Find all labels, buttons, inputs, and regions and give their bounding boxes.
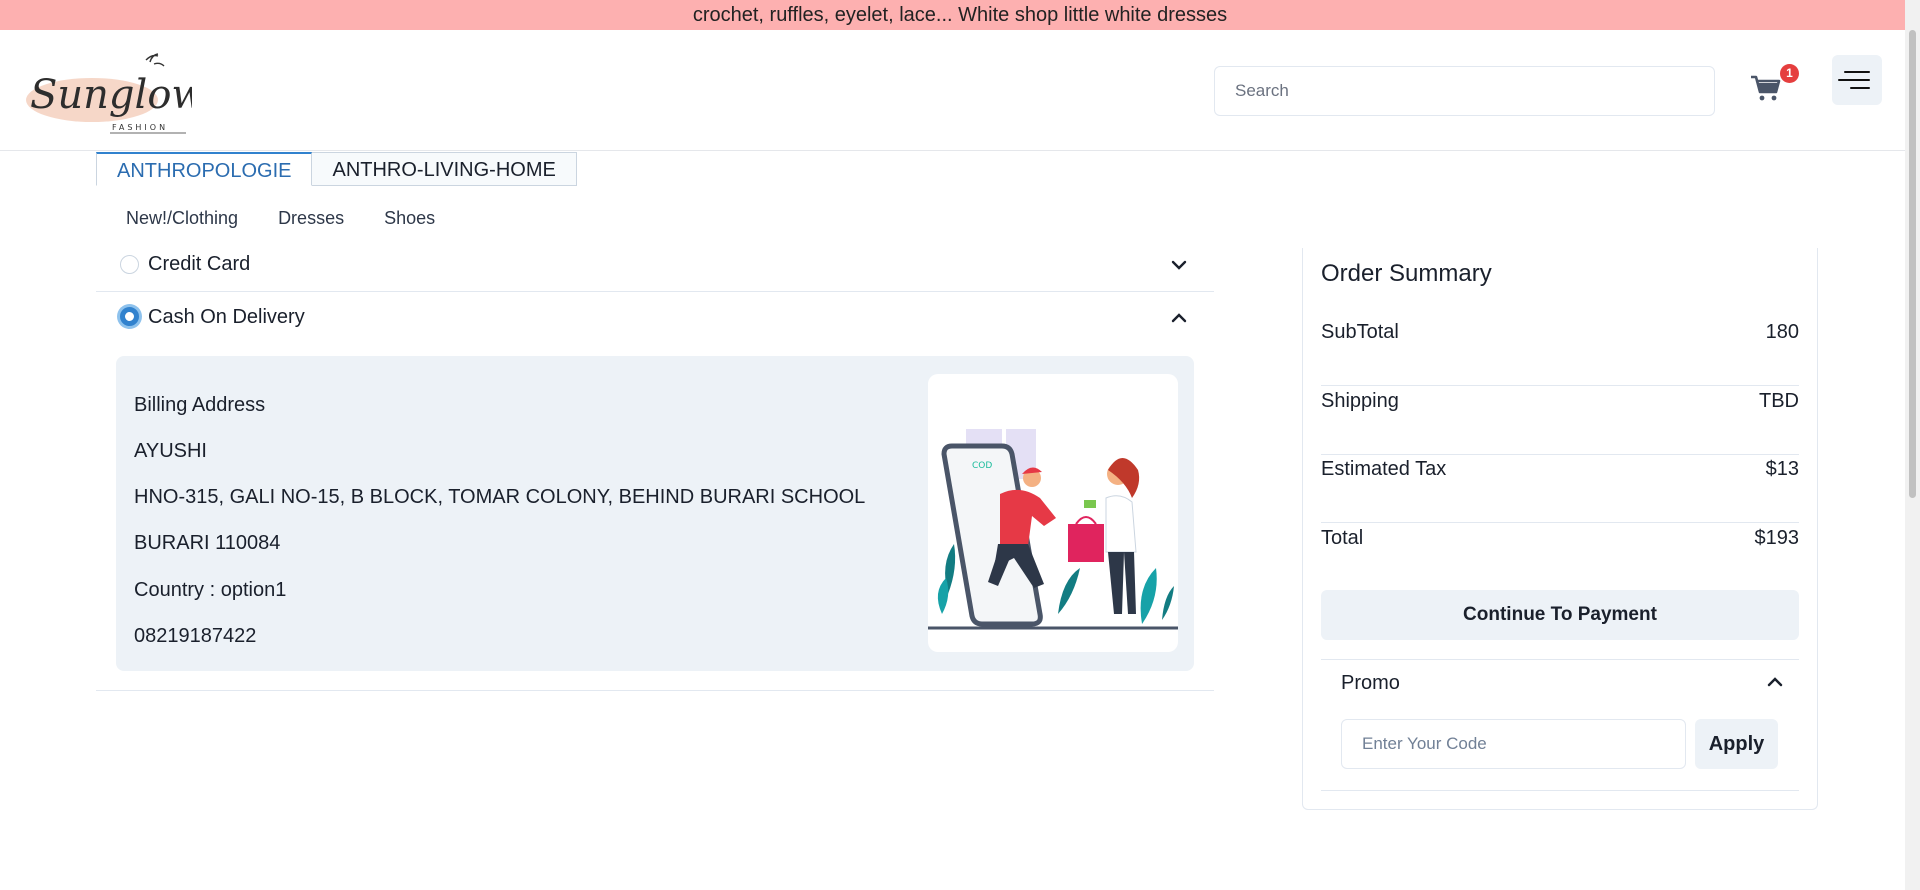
summary-label: Shipping <box>1321 390 1399 412</box>
summary-row-total: Total $193 <box>1321 524 1799 592</box>
summary-row-tax: Estimated Tax $13 <box>1321 455 1799 523</box>
cod-option[interactable]: Cash On Delivery <box>96 292 1214 352</box>
svg-text:FASHION: FASHION <box>112 123 168 132</box>
payment-methods: Credit Card Cash On Delivery Billing Add… <box>96 248 1214 691</box>
summary-value: $193 <box>1754 527 1800 549</box>
promo-section: Promo Apply <box>1321 659 1799 791</box>
summary-value: TBD <box>1759 390 1799 412</box>
summary-value: 180 <box>1765 321 1799 343</box>
cod-illustration: COD <box>928 374 1178 652</box>
chevron-up-icon[interactable] <box>1171 312 1187 324</box>
chevron-down-icon[interactable] <box>1171 259 1187 271</box>
order-summary-title: Order Summary <box>1321 260 1492 287</box>
billing-heading: Billing Address <box>134 394 266 416</box>
svg-text:COD: COD <box>972 461 992 471</box>
svg-text:Sunglow: Sunglow <box>30 72 192 118</box>
menu-button[interactable] <box>1832 55 1882 105</box>
search-input[interactable] <box>1214 66 1715 116</box>
continue-to-payment-button[interactable]: Continue To Payment <box>1321 590 1799 640</box>
summary-label: Estimated Tax <box>1321 458 1447 480</box>
announcement-bar: crochet, ruffles, eyelet, lace... White … <box>0 0 1920 30</box>
billing-street: HNO-315, GALI NO-15, B BLOCK, TOMAR COLO… <box>134 486 866 508</box>
cod-radio[interactable] <box>120 307 139 326</box>
tab-anthropologie[interactable]: ANTHROPOLOGIE <box>96 152 313 186</box>
apply-promo-button[interactable]: Apply <box>1695 719 1778 769</box>
cod-label: Cash On Delivery <box>148 306 305 328</box>
credit-card-option[interactable]: Credit Card <box>96 248 1214 292</box>
summary-row-subtotal: SubTotal 180 <box>1321 318 1799 386</box>
promo-toggle[interactable]: Promo <box>1341 672 1400 695</box>
nav-link-new-clothing[interactable]: New!/Clothing <box>126 208 238 229</box>
summary-value: $13 <box>1765 458 1799 480</box>
credit-card-label: Credit Card <box>148 253 251 275</box>
cart-button[interactable]: 1 <box>1748 64 1800 104</box>
billing-country: Country : option1 <box>134 579 287 601</box>
nav-link-shoes[interactable]: Shoes <box>384 208 435 229</box>
scrollbar-thumb[interactable] <box>1909 30 1916 498</box>
chevron-up-icon[interactable] <box>1767 676 1783 688</box>
hamburger-icon <box>1844 71 1870 73</box>
order-summary: Order Summary SubTotal 180 Shipping TBD … <box>1302 248 1818 810</box>
site-header: Sunglow FASHION 1 <box>0 30 1920 151</box>
billing-address-panel: Billing Address AYUSHI HNO-315, GALI NO-… <box>116 356 1194 671</box>
brand-logo[interactable]: Sunglow FASHION <box>26 50 206 136</box>
billing-name: AYUSHI <box>134 440 207 462</box>
tab-anthro-living-home[interactable]: ANTHRO-LIVING-HOME <box>312 152 577 186</box>
summary-label: SubTotal <box>1321 321 1399 343</box>
billing-phone: 08219187422 <box>134 625 257 647</box>
nav-link-dresses[interactable]: Dresses <box>278 208 344 229</box>
summary-label: Total <box>1321 527 1364 549</box>
credit-card-radio[interactable] <box>120 255 139 274</box>
billing-city: BURARI 110084 <box>134 532 281 554</box>
cart-count-badge: 1 <box>1780 64 1799 83</box>
category-nav: New!/Clothing Dresses Shoes <box>126 208 435 229</box>
summary-row-shipping: Shipping TBD <box>1321 387 1799 455</box>
cart-icon <box>1751 75 1781 101</box>
store-tabs: ANTHROPOLOGIE ANTHRO-LIVING-HOME <box>96 152 577 186</box>
promo-code-input[interactable] <box>1341 719 1686 769</box>
